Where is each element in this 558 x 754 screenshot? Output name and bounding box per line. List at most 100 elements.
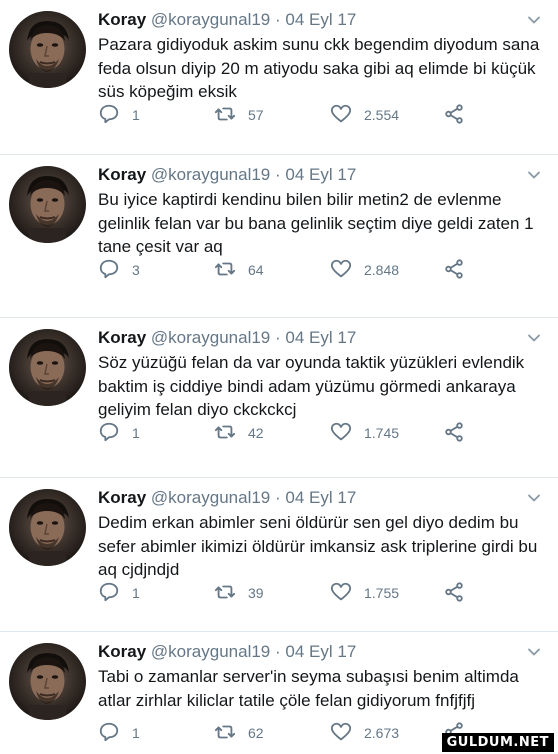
- like-button[interactable]: 2.673: [330, 721, 399, 745]
- like-button[interactable]: 1.755: [330, 581, 399, 605]
- chevron-down-icon[interactable]: [526, 644, 542, 660]
- avatar[interactable]: [9, 329, 86, 406]
- share-icon: [443, 258, 475, 283]
- tweet-date[interactable]: 04 Eyl 17: [285, 328, 356, 347]
- tweet-header: Koray @koraygunal19 · 04 Eyl 17: [98, 10, 356, 30]
- like-count: 1.755: [364, 585, 400, 601]
- retweet-icon: [214, 103, 246, 128]
- header-separator: ·: [275, 642, 281, 661]
- like-button[interactable]: 2.848: [330, 258, 399, 282]
- tweet-actions: 3 64 2.848: [98, 258, 538, 282]
- retweet-icon: [214, 721, 246, 746]
- reply-icon: [98, 581, 130, 606]
- share-button[interactable]: [443, 258, 475, 282]
- like-count: 2.554: [364, 107, 400, 123]
- like-count: 2.848: [364, 262, 400, 278]
- tweet-actions: 1 57 2.554: [98, 103, 538, 127]
- avatar[interactable]: [9, 11, 86, 88]
- retweet-count: 57: [248, 107, 264, 123]
- header-separator: ·: [275, 328, 281, 347]
- avatar[interactable]: [9, 489, 86, 566]
- reply-button[interactable]: 1: [98, 421, 140, 445]
- retweet-button[interactable]: 42: [214, 421, 264, 445]
- tweet-date[interactable]: 04 Eyl 17: [285, 10, 356, 29]
- retweet-icon: [214, 421, 246, 446]
- user-handle[interactable]: @koraygunal19: [151, 642, 270, 661]
- tweet-header: Koray @koraygunal19 · 04 Eyl 17: [98, 328, 356, 348]
- reply-icon: [98, 421, 130, 446]
- reply-count: 3: [132, 262, 140, 278]
- display-name[interactable]: Koray: [98, 165, 146, 184]
- tweet[interactable]: Koray @koraygunal19 · 04 Eyl 17 Dedim erk…: [0, 478, 558, 632]
- tweet-text: Bu iyice kaptirdi kendinu bilen bilir me…: [98, 190, 534, 256]
- user-handle[interactable]: @koraygunal19: [151, 488, 270, 507]
- retweet-button[interactable]: 64: [214, 258, 264, 282]
- tweet-date[interactable]: 04 Eyl 17: [285, 642, 356, 661]
- tweet-text: Pazara gidiyoduk askim sunu ckk begendim…: [98, 35, 540, 101]
- tweet-header: Koray @koraygunal19 · 04 Eyl 17: [98, 488, 356, 508]
- reply-icon: [98, 721, 130, 746]
- retweet-count: 64: [248, 262, 264, 278]
- tweet[interactable]: Koray @koraygunal19 · 04 Eyl 17 Pazara gi…: [0, 0, 558, 155]
- display-name[interactable]: Koray: [98, 488, 146, 507]
- retweet-button[interactable]: 62: [214, 721, 264, 745]
- tweet-text: Tabi o zamanlar server'in seyma subaşısi…: [98, 667, 519, 710]
- display-name[interactable]: Koray: [98, 642, 146, 661]
- header-separator: ·: [275, 10, 281, 29]
- tweet-actions: 1 42 1.745: [98, 421, 538, 445]
- retweet-icon: [214, 258, 246, 283]
- like-button[interactable]: 1.745: [330, 421, 399, 445]
- reply-icon: [98, 258, 130, 283]
- tweet-text: Dedim erkan abimler seni öldürür sen gel…: [98, 513, 538, 579]
- watermark: GULDUM.NET: [441, 733, 554, 752]
- share-button[interactable]: [443, 103, 475, 127]
- chevron-down-icon[interactable]: [526, 490, 542, 506]
- heart-icon: [330, 103, 362, 128]
- reply-count: 1: [132, 585, 140, 601]
- tweet-date[interactable]: 04 Eyl 17: [285, 488, 356, 507]
- share-icon: [443, 103, 475, 128]
- retweet-icon: [214, 581, 246, 606]
- like-count: 1.745: [364, 425, 400, 441]
- reply-count: 1: [132, 425, 140, 441]
- retweet-count: 62: [248, 725, 264, 741]
- reply-button[interactable]: 1: [98, 581, 140, 605]
- header-separator: ·: [275, 488, 281, 507]
- reply-count: 1: [132, 725, 140, 741]
- heart-icon: [330, 721, 362, 746]
- avatar[interactable]: [9, 166, 86, 243]
- share-button[interactable]: [443, 581, 475, 605]
- reply-count: 1: [132, 107, 140, 123]
- user-handle[interactable]: @koraygunal19: [151, 328, 270, 347]
- share-icon: [443, 421, 475, 446]
- like-count: 2.673: [364, 725, 400, 741]
- reply-button[interactable]: 1: [98, 103, 140, 127]
- reply-button[interactable]: 1: [98, 721, 140, 745]
- like-button[interactable]: 2.554: [330, 103, 399, 127]
- reply-icon: [98, 103, 130, 128]
- display-name[interactable]: Koray: [98, 328, 146, 347]
- tweet[interactable]: Koray @koraygunal19 · 04 Eyl 17 Söz yüzüğ…: [0, 318, 558, 478]
- share-button[interactable]: [443, 421, 475, 445]
- tweet-header: Koray @koraygunal19 · 04 Eyl 17: [98, 165, 356, 185]
- retweet-count: 39: [248, 585, 264, 601]
- chevron-down-icon[interactable]: [526, 330, 542, 346]
- user-handle[interactable]: @koraygunal19: [151, 10, 270, 29]
- avatar[interactable]: [9, 643, 86, 720]
- tweet-actions: 1 39 1.755: [98, 581, 538, 605]
- retweet-button[interactable]: 39: [214, 581, 264, 605]
- reply-button[interactable]: 3: [98, 258, 140, 282]
- tweet[interactable]: Koray @koraygunal19 · 04 Eyl 17 Bu iyice …: [0, 155, 558, 318]
- user-handle[interactable]: @koraygunal19: [151, 165, 270, 184]
- heart-icon: [330, 421, 362, 446]
- heart-icon: [330, 258, 362, 283]
- retweet-button[interactable]: 57: [214, 103, 264, 127]
- tweet-header: Koray @koraygunal19 · 04 Eyl 17: [98, 642, 356, 662]
- chevron-down-icon[interactable]: [526, 167, 542, 183]
- share-icon: [443, 581, 475, 606]
- display-name[interactable]: Koray: [98, 10, 146, 29]
- tweet-text: Söz yüzüğü felan da var oyunda taktik yü…: [98, 353, 525, 419]
- chevron-down-icon[interactable]: [526, 12, 542, 28]
- heart-icon: [330, 581, 362, 606]
- tweet-date[interactable]: 04 Eyl 17: [285, 165, 356, 184]
